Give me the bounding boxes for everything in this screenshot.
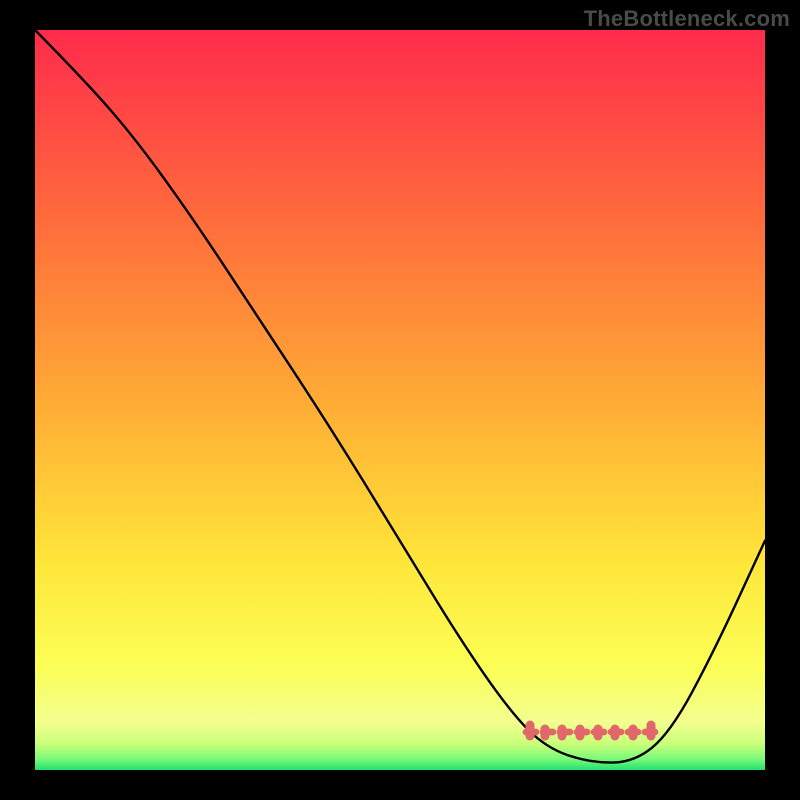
chart-svg <box>0 0 800 800</box>
chart-container: { "watermark": { "text": "TheBottleneck.… <box>0 0 800 800</box>
watermark-text: TheBottleneck.com <box>584 6 790 32</box>
chart-plot-area <box>35 30 765 770</box>
